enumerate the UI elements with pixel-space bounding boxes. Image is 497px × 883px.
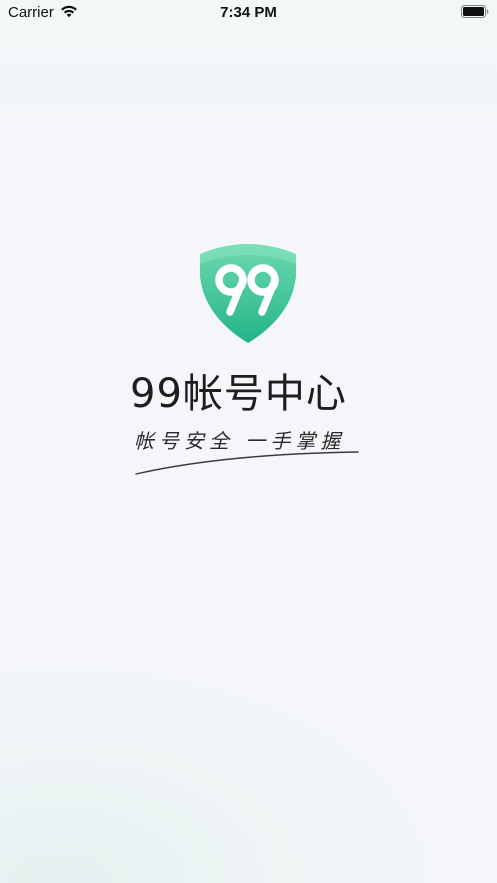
battery-full-icon <box>461 5 489 18</box>
app-title: 99帐号中心 <box>130 371 347 417</box>
shield-99-logo-icon <box>200 244 296 343</box>
slogan-underline <box>135 451 359 475</box>
splash-screen: Carrier 7:34 PM 99帐号中心 帐号安全 一手掌握 <box>0 0 497 883</box>
status-time: 7:34 PM <box>220 4 277 21</box>
status-bar: Carrier 7:34 PM <box>0 0 497 26</box>
